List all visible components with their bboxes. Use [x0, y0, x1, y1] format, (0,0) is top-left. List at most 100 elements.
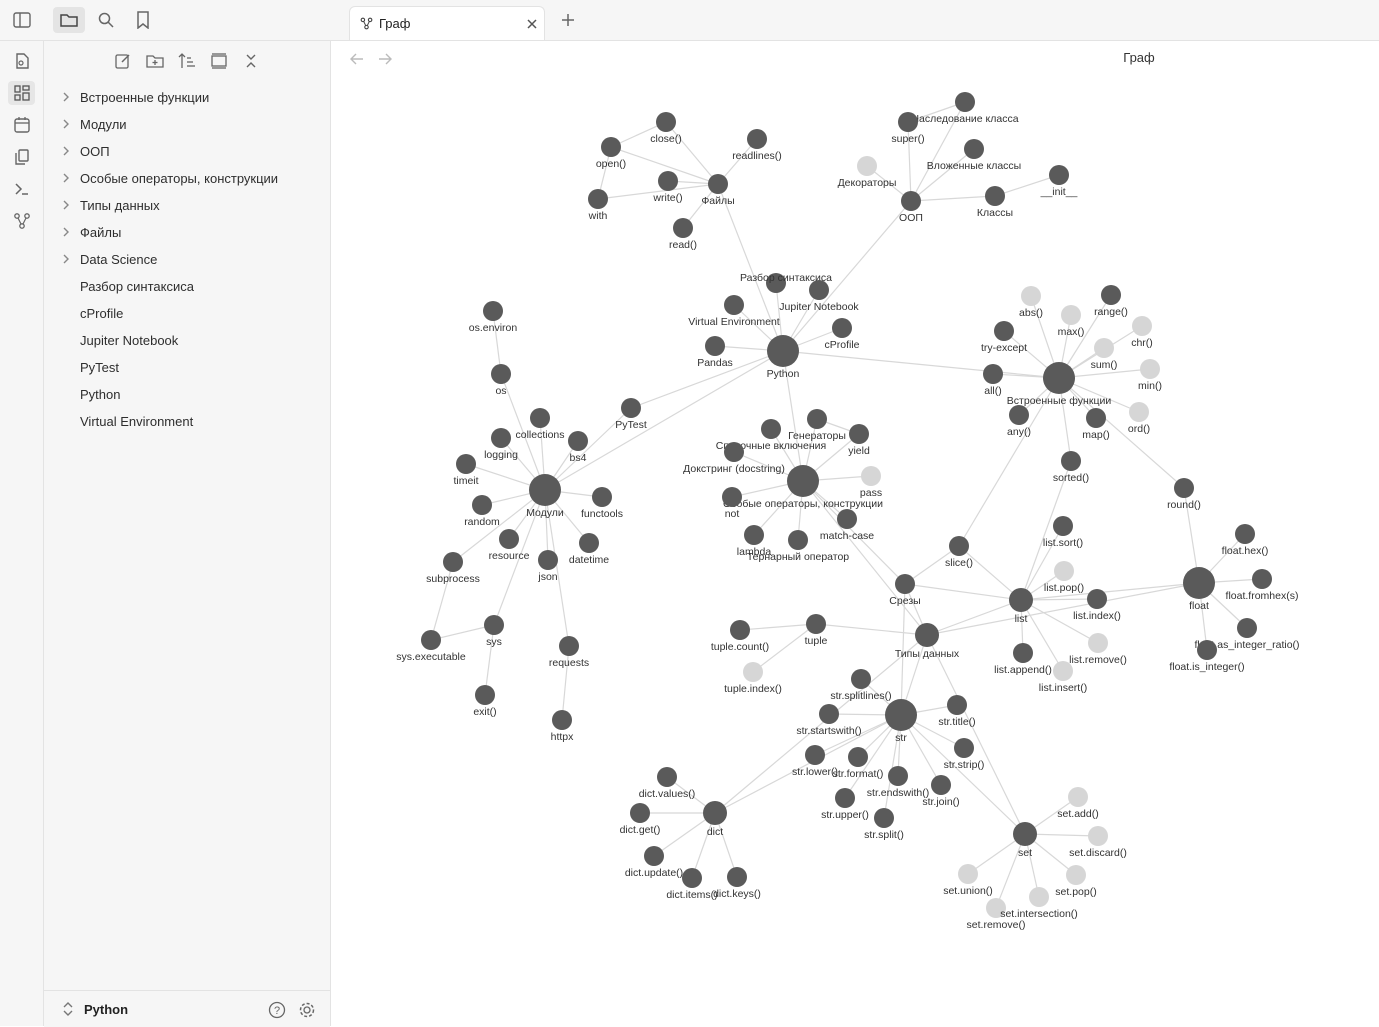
graph-node[interactable] [530, 408, 550, 428]
file-item[interactable]: PyTest [80, 356, 119, 380]
graph-node[interactable] [895, 574, 915, 594]
graph-node[interactable] [1021, 286, 1041, 306]
graph-node[interactable] [744, 525, 764, 545]
graph-node[interactable] [483, 301, 503, 321]
graph-node[interactable] [592, 487, 612, 507]
help-icon[interactable]: ? [268, 1001, 286, 1024]
graph-node[interactable] [985, 186, 1005, 206]
graph-node[interactable] [958, 864, 978, 884]
graph-node[interactable] [724, 442, 744, 462]
graph-node[interactable] [787, 465, 819, 497]
graph-node[interactable] [657, 767, 677, 787]
graph-node[interactable] [475, 685, 495, 705]
graph-node[interactable] [1009, 405, 1029, 425]
graph-node[interactable] [472, 495, 492, 515]
folder-item[interactable]: ООП [62, 140, 110, 164]
bookmark-icon[interactable] [127, 7, 159, 33]
graph-node[interactable] [888, 766, 908, 786]
graph-node[interactable] [806, 614, 826, 634]
graph-node[interactable] [819, 704, 839, 724]
graph-node[interactable] [708, 174, 728, 194]
graph-node[interactable] [1087, 589, 1107, 609]
graph-node[interactable] [1009, 588, 1033, 612]
graph-node[interactable] [849, 424, 869, 444]
calendar-icon[interactable] [8, 113, 35, 137]
graph-node[interactable] [931, 775, 951, 795]
new-folder-icon[interactable] [142, 48, 168, 74]
graph-node[interactable] [682, 868, 702, 888]
graph-node[interactable] [1013, 643, 1033, 663]
file-item[interactable]: Jupiter Notebook [80, 329, 178, 353]
graph-node[interactable] [1129, 402, 1149, 422]
graph-node[interactable] [1132, 316, 1152, 336]
graph-node[interactable] [832, 318, 852, 338]
sort-icon[interactable] [174, 48, 200, 74]
graph-node[interactable] [538, 550, 558, 570]
close-icon[interactable] [526, 17, 538, 35]
file-item[interactable]: Python [80, 383, 120, 407]
graph-node[interactable] [949, 536, 969, 556]
copy-icon[interactable] [8, 145, 35, 169]
graph-node[interactable] [727, 867, 747, 887]
graph-node[interactable] [964, 139, 984, 159]
folder-item[interactable]: Особые операторы, конструкции [62, 167, 278, 191]
graph-node[interactable] [743, 662, 763, 682]
graph-node[interactable] [1068, 787, 1088, 807]
graph-node[interactable] [443, 552, 463, 572]
graph-node[interactable] [955, 92, 975, 112]
grid-icon[interactable] [8, 81, 35, 105]
terminal-icon[interactable] [8, 177, 35, 201]
graph-node[interactable] [1061, 305, 1081, 325]
graph-node[interactable] [851, 669, 871, 689]
graph-node[interactable] [552, 710, 572, 730]
graph-icon[interactable] [8, 209, 35, 233]
graph-node[interactable] [1183, 567, 1215, 599]
graph-node[interactable] [559, 636, 579, 656]
graph-node[interactable] [1043, 362, 1075, 394]
graph-node[interactable] [1061, 451, 1081, 471]
graph-node[interactable] [456, 454, 476, 474]
graph-node[interactable] [703, 801, 727, 825]
graph-node[interactable] [1235, 524, 1255, 544]
graph-node[interactable] [621, 398, 641, 418]
graph-node[interactable] [529, 474, 561, 506]
graph-node[interactable] [837, 509, 857, 529]
folder-item[interactable]: Data Science [62, 248, 157, 272]
file-item[interactable]: Разбор синтаксиса [80, 275, 194, 299]
graph-node[interactable] [1013, 822, 1037, 846]
sidebar-toggle-icon[interactable] [6, 7, 38, 33]
graph-node[interactable] [658, 171, 678, 191]
graph-node[interactable] [1237, 618, 1257, 638]
file-icon[interactable] [8, 49, 35, 73]
graph-node[interactable] [1252, 569, 1272, 589]
graph-node[interactable] [1174, 478, 1194, 498]
graph-node[interactable] [730, 620, 750, 640]
graph-node[interactable] [1101, 285, 1121, 305]
graph-node[interactable] [673, 218, 693, 238]
folder-item[interactable]: Модули [62, 113, 127, 137]
chevron-updown-icon[interactable] [62, 1002, 74, 1021]
graph-node[interactable] [805, 745, 825, 765]
graph-node[interactable] [1086, 408, 1106, 428]
graph-node[interactable] [568, 431, 588, 451]
graph-node[interactable] [491, 428, 511, 448]
graph-node[interactable] [761, 419, 781, 439]
graph-node[interactable] [656, 112, 676, 132]
graph-node[interactable] [1088, 826, 1108, 846]
graph-node[interactable] [848, 747, 868, 767]
graph-node[interactable] [1053, 661, 1073, 681]
graph-node[interactable] [835, 788, 855, 808]
folder-item[interactable]: Типы данных [62, 194, 160, 218]
graph-node[interactable] [747, 129, 767, 149]
folder-item[interactable]: Файлы [62, 221, 121, 245]
vault-name[interactable]: Python [84, 1002, 128, 1017]
graph-node[interactable] [994, 321, 1014, 341]
graph-node[interactable] [484, 615, 504, 635]
new-note-icon[interactable] [110, 48, 136, 74]
graph-node[interactable] [724, 295, 744, 315]
graph-node[interactable] [630, 803, 650, 823]
graph-node[interactable] [705, 336, 725, 356]
graph-node[interactable] [901, 191, 921, 211]
graph-node[interactable] [1029, 887, 1049, 907]
graph-node[interactable] [1140, 359, 1160, 379]
